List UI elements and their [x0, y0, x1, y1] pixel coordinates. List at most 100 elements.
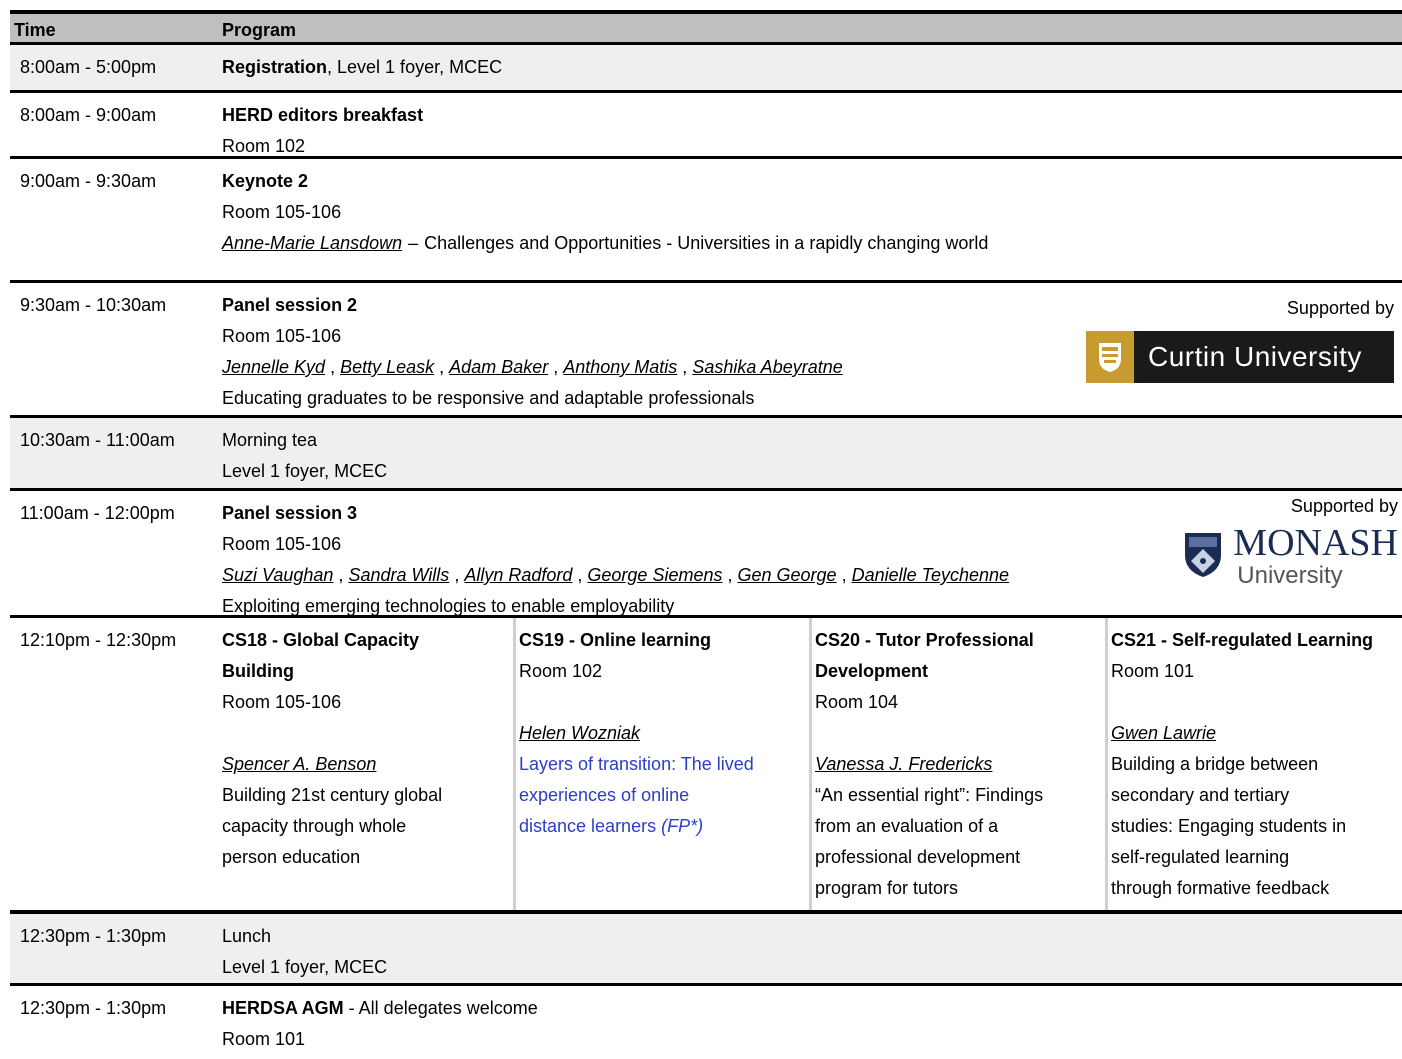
- session-time: 11:00am - 12:00pm: [20, 503, 175, 523]
- session-title: Lunch: [222, 926, 272, 946]
- speaker-link[interactable]: Betty Leask: [340, 357, 434, 377]
- paper-title-line: experiences of online: [519, 785, 690, 805]
- session-time: 12:30pm - 1:30pm: [20, 926, 167, 946]
- supported-by-label: Supported by: [1286, 298, 1394, 318]
- row-herdsa-agm: 12:30pm - 1:30pm HERDSA AGM - All delega…: [10, 983, 1402, 1053]
- paper-title-line: capacity through whole: [222, 816, 407, 836]
- row-keynote: 9:00am - 9:30am Keynote 2 Room 105-106 A…: [10, 156, 1402, 280]
- row-panel-session-2: 9:30am - 10:30am Panel session 2 Room 10…: [10, 280, 1402, 415]
- session-program: Lunch Level 1 foyer, MCEC: [222, 921, 387, 983]
- session-room: Room 105-106: [222, 534, 342, 554]
- speaker-link[interactable]: Helen Wozniak: [519, 723, 640, 743]
- session-location: Level 1 foyer, MCEC: [222, 957, 388, 977]
- speaker-link[interactable]: Adam Baker: [449, 357, 548, 377]
- paper-title-line: Building a bridge between: [1111, 754, 1319, 774]
- paper-title-line: from an evaluation of a: [815, 816, 999, 836]
- session-cs21: CS21 - Self-regulated Learning Room 101 …: [1105, 618, 1402, 910]
- session-cs19: CS19 - Online learning Room 102 Helen Wo…: [513, 618, 810, 910]
- session-title: Panel session 3: [222, 503, 358, 523]
- speaker-link[interactable]: Jennelle Kyd: [222, 357, 325, 377]
- session-time: 10:30am - 11:00am: [20, 430, 175, 450]
- session-title: Registration: [222, 57, 328, 77]
- session-time: 12:30pm - 1:30pm: [20, 998, 167, 1018]
- row-panel-session-3: 11:00am - 12:00pm Panel session 3 Room 1…: [10, 488, 1402, 616]
- paper-title-line: program for tutors: [815, 878, 959, 898]
- session-title: CS19 - Online learning: [519, 630, 712, 650]
- session-time: 8:00am - 5:00pm: [20, 57, 157, 77]
- session-cs18: CS18 - Global Capacity Building Room 105…: [222, 618, 515, 910]
- paper-title-line: through formative feedback: [1111, 878, 1330, 898]
- session-note: - All delegates welcome: [343, 998, 538, 1018]
- speaker-link[interactable]: Gwen Lawrie: [1111, 723, 1216, 743]
- supported-by-label: Supported by: [1290, 496, 1398, 516]
- row-concurrent-sessions: 12:10pm - 12:30pm CS18 - Global Capacity…: [10, 615, 1402, 910]
- paper-title-line: Layers of transition: The lived: [519, 754, 754, 774]
- dash: –: [408, 233, 419, 253]
- monash-logo: MONASH University: [1181, 523, 1398, 589]
- speaker-link[interactable]: Sandra Wills: [348, 565, 449, 585]
- monash-logo-text: MONASH: [1233, 522, 1398, 564]
- curtin-logo: Curtin University: [1086, 331, 1394, 383]
- session-title: CS20 - Tutor Professional: [815, 630, 1034, 650]
- paper-title-line: professional development: [815, 847, 1021, 867]
- row-herd-breakfast: 8:00am - 9:00am HERD editors breakfast R…: [10, 90, 1402, 156]
- paper-title-line: self-regulated learning: [1111, 847, 1290, 867]
- sponsor-block: Supported by MONASH University: [1181, 495, 1398, 589]
- session-room: Room 104: [815, 692, 899, 712]
- paper-title-line: “An essential right”: Findings: [815, 785, 1044, 805]
- speaker-link[interactable]: Suzi Vaughan: [222, 565, 333, 585]
- session-cs20: CS20 - Tutor Professional Development Ro…: [809, 618, 1107, 910]
- time-column-header: Time: [14, 20, 56, 40]
- speaker-link[interactable]: George Siemens: [587, 565, 722, 585]
- session-title: Morning tea: [222, 430, 318, 450]
- speaker-link[interactable]: Allyn Radford: [464, 565, 572, 585]
- speaker-link[interactable]: Danielle Teychenne: [852, 565, 1009, 585]
- session-program: Morning tea Level 1 foyer, MCEC: [222, 425, 387, 487]
- session-program: HERDSA AGM - All delegates welcome Room …: [222, 993, 538, 1055]
- session-title: Keynote 2: [222, 171, 309, 191]
- session-program: Panel session 2 Room 105-106 Jennelle Ky…: [222, 290, 843, 414]
- paper-title-line: secondary and tertiary: [1111, 785, 1290, 805]
- concurrent-columns: CS18 - Global Capacity Building Room 105…: [10, 618, 1402, 910]
- row-morning-tea: 10:30am - 11:00am Morning tea Level 1 fo…: [10, 415, 1402, 488]
- session-time: 8:00am - 9:00am: [20, 105, 157, 125]
- session-time: 9:30am - 10:30am: [20, 295, 167, 315]
- session-room: Room 101: [1111, 661, 1195, 681]
- session-program: Registration, Level 1 foyer, MCEC: [222, 52, 502, 83]
- program-table: Time Program 8:00am - 5:00pm Registratio…: [10, 10, 1402, 1053]
- session-title-cont: Building: [222, 661, 294, 681]
- speaker-link[interactable]: Spencer A. Benson: [222, 754, 376, 774]
- speaker-list: Suzi Vaughan , Sandra Wills , Allyn Radf…: [222, 565, 1010, 585]
- session-program: Keynote 2 Room 105-106 Anne-Marie Lansdo…: [222, 166, 988, 259]
- speaker-link[interactable]: Sashika Abeyratne: [692, 357, 842, 377]
- session-room: Room 105-106: [222, 326, 342, 346]
- curtin-shield-icon: [1086, 331, 1134, 383]
- row-lunch: 12:30pm - 1:30pm Lunch Level 1 foyer, MC…: [10, 910, 1402, 983]
- session-room: Room 101: [222, 1029, 306, 1049]
- paper-title-line: person education: [222, 847, 361, 867]
- session-room: Room 102: [519, 661, 603, 681]
- session-time: 9:00am - 9:30am: [20, 171, 157, 191]
- session-room: Room 105-106: [222, 692, 342, 712]
- speaker-list: Jennelle Kyd , Betty Leask , Adam Baker …: [222, 357, 843, 377]
- session-title: CS21 - Self-regulated Learning: [1111, 630, 1374, 650]
- session-location: Level 1 foyer, MCEC: [222, 461, 388, 481]
- talk-title: Challenges and Opportunities - Universit…: [424, 233, 989, 253]
- speaker-link[interactable]: Anthony Matis: [563, 357, 677, 377]
- session-program: Panel session 3 Room 105-106 Suzi Vaugha…: [222, 498, 1009, 622]
- speaker-link[interactable]: Anne-Marie Lansdown: [222, 233, 402, 253]
- monash-crest-icon: [1185, 533, 1222, 577]
- session-title: HERDSA AGM: [222, 998, 344, 1018]
- curtin-logo-text: Curtin University: [1148, 341, 1362, 372]
- session-location: , Level 1 foyer, MCEC: [327, 57, 503, 77]
- speaker-link[interactable]: Gen George: [738, 565, 837, 585]
- paper-title-line: studies: Engaging students in: [1111, 816, 1347, 836]
- paper-title-line: Building 21st century global: [222, 785, 443, 805]
- row-registration: 8:00am - 5:00pm Registration, Level 1 fo…: [10, 42, 1402, 90]
- session-topic: Educating graduates to be responsive and…: [222, 388, 755, 408]
- session-program: HERD editors breakfast Room 102: [222, 100, 423, 162]
- session-title: CS18 - Global Capacity: [222, 630, 420, 650]
- session-title-cont: Development: [815, 661, 929, 681]
- speaker-link[interactable]: Vanessa J. Fredericks: [815, 754, 992, 774]
- table-header: Time Program: [10, 10, 1402, 42]
